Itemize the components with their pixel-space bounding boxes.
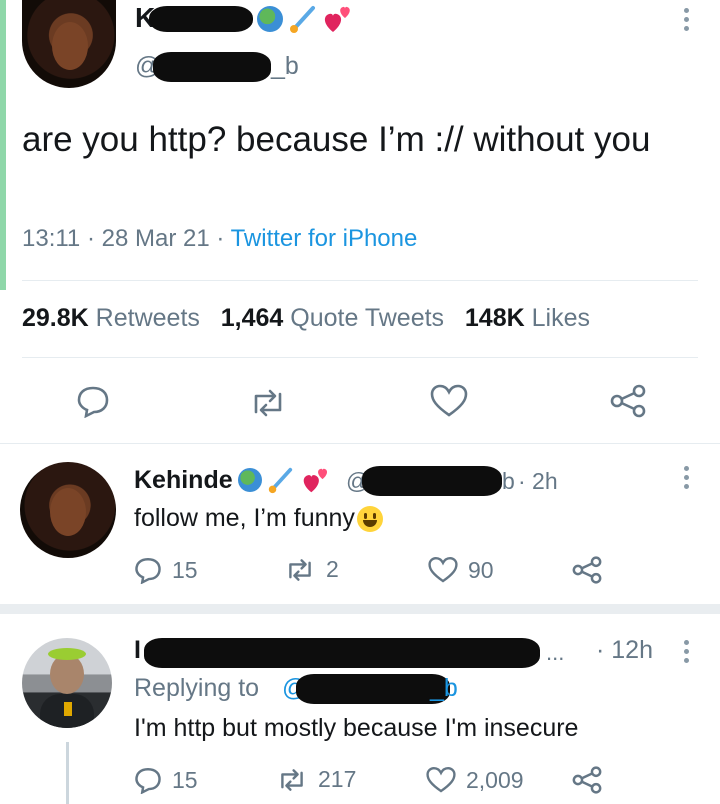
reply1-header[interactable]: Kehinde @ b · 2h — [134, 466, 584, 498]
tweet-meta: 13:11 · 28 Mar 21 · Twitter for iPhone — [22, 225, 417, 253]
retweet-icon — [289, 558, 311, 581]
reply2-text: I'm http but mostly because I'm insecure — [134, 714, 579, 742]
section-divider — [0, 604, 720, 614]
author-name-row[interactable]: K — [135, 2, 365, 36]
like-icon — [426, 766, 456, 793]
reply1-avatar[interactable] — [20, 462, 116, 558]
redacted-name — [149, 6, 253, 32]
quotes-label: Quote Tweets — [290, 304, 445, 332]
reply2-reply-count: 15 — [172, 766, 198, 793]
share-icon[interactable] — [610, 384, 646, 418]
meta-separator: · — [86, 225, 95, 252]
engagement-stats: 29.8K Retweets 1,464 Quote Tweets 148K L… — [22, 304, 590, 333]
hearts-emoji-icon — [303, 468, 328, 493]
retweets-stat[interactable]: 29.8K Retweets — [22, 304, 200, 332]
replying-to-suffix[interactable]: _b — [430, 674, 458, 703]
more-icon[interactable] — [680, 8, 692, 32]
retweets-label: Retweets — [95, 304, 200, 332]
reply2-time: · 12h — [596, 636, 653, 664]
author-handle-suffix: _b — [271, 52, 299, 80]
reply-icon[interactable] — [76, 384, 110, 418]
likes-label: Likes — [531, 304, 590, 332]
thread-line — [66, 742, 69, 804]
reply1-like-action[interactable]: 90 — [428, 556, 494, 584]
reply-icon — [135, 558, 161, 584]
like-icon[interactable] — [430, 384, 468, 418]
divider — [0, 443, 720, 444]
redacted-handle — [362, 466, 502, 496]
screen-edge-accent — [0, 0, 6, 290]
hearts-emoji-icon — [324, 6, 350, 32]
quotes-count: 1,464 — [220, 304, 284, 332]
reply1-reply-count: 15 — [172, 556, 198, 583]
tweet-date: 28 Mar 21 — [101, 225, 210, 252]
replying-to-label: Replying to — [134, 674, 260, 702]
meta-separator: · — [216, 225, 225, 252]
earth-emoji-icon — [257, 6, 283, 32]
divider — [22, 280, 698, 281]
reply2-like-action[interactable]: 2,009 — [426, 766, 524, 794]
tweet-text: are you http? because I’m :// without yo… — [22, 120, 651, 159]
reply1-retweet-count: 2 — [326, 556, 339, 582]
reply1-reply-action[interactable]: 15 — [134, 556, 198, 584]
redacted-handle — [153, 52, 271, 82]
likes-stat[interactable]: 148K Likes — [465, 304, 590, 332]
divider — [22, 357, 698, 358]
reply2-name-ellipsis: ... — [546, 640, 565, 665]
likes-count: 148K — [464, 304, 525, 332]
retweet-icon — [281, 768, 303, 791]
redacted-handle — [296, 674, 450, 704]
share-icon[interactable] — [572, 556, 602, 584]
replying-to-row: Replying to @ _b — [134, 674, 458, 706]
quotes-stat[interactable]: 1,464 Quote Tweets — [221, 304, 444, 332]
reply2-like-count: 2,009 — [466, 766, 524, 793]
comet-emoji-icon — [290, 6, 315, 33]
reply1-text-row: follow me, I’m funny — [134, 504, 383, 533]
reply-icon — [135, 768, 161, 794]
earth-emoji-icon — [238, 468, 262, 492]
comet-emoji-icon — [268, 467, 293, 494]
retweets-count: 29.8K — [22, 304, 89, 332]
like-icon — [428, 556, 458, 583]
retweet-icon[interactable] — [248, 388, 288, 418]
reply2-avatar[interactable] — [22, 638, 112, 728]
reply2-name: I — [134, 636, 141, 664]
author-avatar[interactable] — [22, 0, 116, 88]
reply2-retweet-action[interactable]: 217 — [276, 766, 356, 793]
more-icon[interactable] — [680, 640, 692, 664]
reply1-name: Kehinde — [134, 466, 233, 494]
tweet-time: 13:11 — [22, 225, 81, 252]
reply1-text: follow me, I’m funny — [134, 504, 355, 532]
reply1-retweet-action[interactable]: 2 — [284, 556, 339, 583]
reply2-retweet-count: 217 — [318, 766, 357, 792]
reply1-handle-suffix: b — [502, 468, 515, 494]
redacted-name — [144, 638, 540, 668]
tweet-source[interactable]: Twitter for iPhone — [231, 225, 418, 252]
reply2-reply-action[interactable]: 15 — [134, 766, 198, 794]
more-icon[interactable] — [680, 466, 692, 490]
smiley-emoji-icon — [356, 506, 383, 533]
author-handle-row[interactable]: @ _b — [135, 52, 315, 82]
reply1-like-count: 90 — [468, 556, 494, 583]
reply2-header[interactable]: I ... · 12h — [134, 636, 674, 670]
share-icon[interactable] — [572, 766, 602, 794]
reply1-time: · 2h — [518, 468, 558, 494]
